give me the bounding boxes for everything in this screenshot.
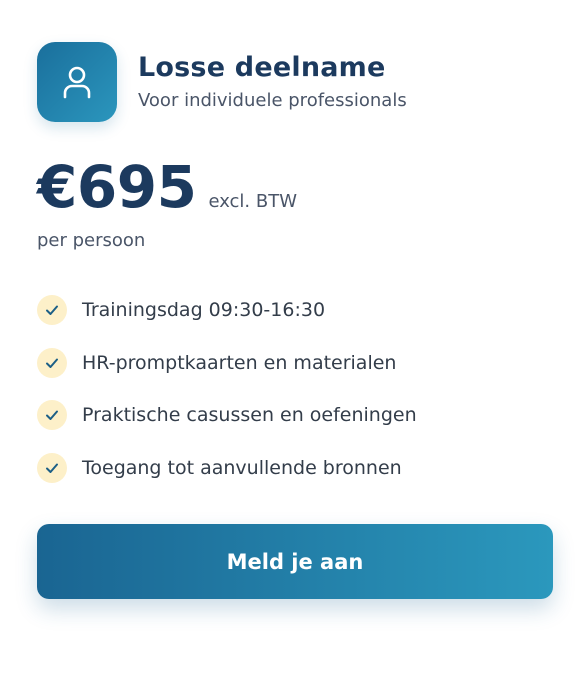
feature-label: Toegang tot aanvullende bronnen [82,456,402,479]
feature-label: Praktische casussen en oefeningen [82,404,417,426]
feature-item: Trainingsdag 09:30-16:30 [37,294,417,326]
plan-title-group: Losse deelname Voor individuele professi… [138,52,407,112]
plan-icon-box [37,42,117,122]
pricing-card: Losse deelname Voor individuele professi… [0,0,588,675]
plan-subtitle: Voor individuele professionals [138,90,407,111]
price-row: €695 excl. BTW [37,152,297,222]
feature-item: HR-promptkaarten en materialen [37,347,417,379]
price-unit: per persoon [37,230,146,251]
plan-header: Losse deelname Voor individuele professi… [37,42,407,122]
feature-label: Trainingsdag 09:30-16:30 [82,299,326,321]
check-icon [37,452,67,483]
user-icon [63,66,91,99]
check-icon [37,295,67,325]
check-icon [37,347,67,378]
register-button[interactable]: Meld je aan [37,524,553,599]
price-suffix: excl. BTW [208,191,298,212]
feature-label: HR-promptkaarten en materialen [82,351,397,374]
check-icon [37,400,67,430]
feature-item: Praktische casussen en oefeningen [37,399,417,431]
price-amount: €695 [37,153,197,221]
plan-title: Losse deelname [138,52,386,83]
feature-item: Toegang tot aanvullende bronnen [37,452,417,484]
feature-list: Trainingsdag 09:30-16:30 HR-promptkaarte… [37,294,417,504]
